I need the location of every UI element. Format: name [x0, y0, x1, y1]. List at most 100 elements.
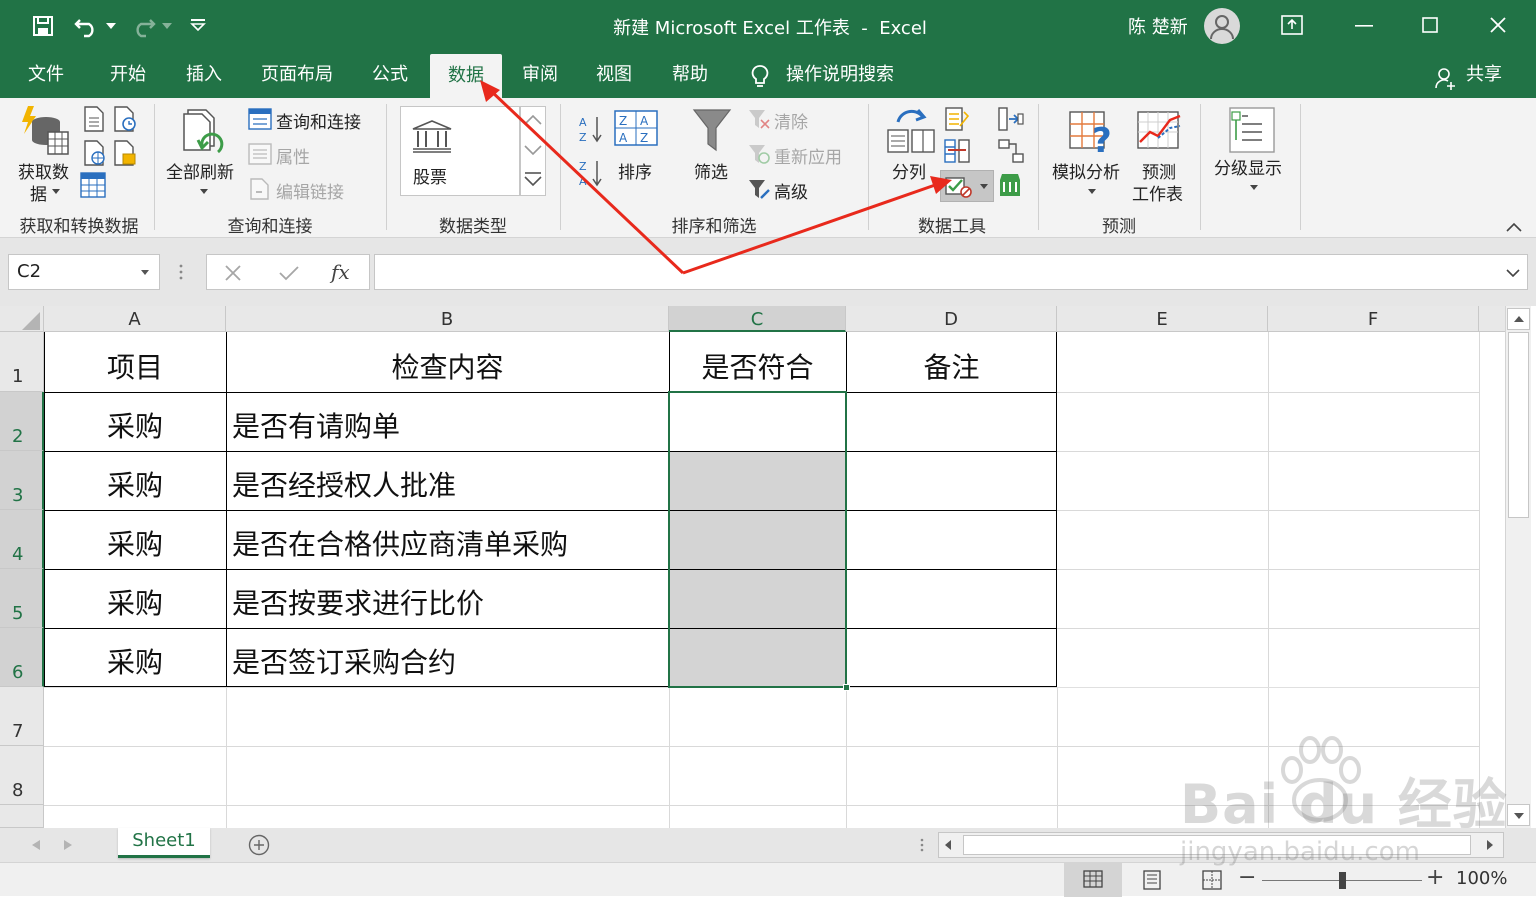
- cell-a6[interactable]: 采购: [44, 641, 226, 681]
- outline-label[interactable]: 分级显示: [1214, 154, 1282, 179]
- expand-formula-bar-icon[interactable]: [1506, 269, 1520, 277]
- outline-icon[interactable]: [1228, 106, 1276, 154]
- column-header-f[interactable]: F: [1268, 306, 1479, 332]
- refresh-all-icon[interactable]: [180, 106, 228, 158]
- data-type-gallery[interactable]: 股票: [400, 106, 520, 196]
- existing-connections-icon[interactable]: [112, 140, 138, 166]
- cell-a1[interactable]: 项目: [44, 346, 226, 386]
- tab-split-handle-icon[interactable]: [920, 838, 924, 852]
- what-if-analysis-icon[interactable]: ?: [1068, 108, 1116, 156]
- cell-b3[interactable]: 是否经授权人批准: [232, 464, 662, 504]
- row-header-4[interactable]: 4: [0, 510, 44, 569]
- get-data-label-2[interactable]: 据: [30, 180, 47, 205]
- filter-icon[interactable]: [692, 108, 732, 154]
- cell-a2[interactable]: 采购: [44, 405, 226, 445]
- page-layout-view-icon[interactable]: [1142, 870, 1162, 890]
- outline-dropdown-icon[interactable]: [1250, 185, 1258, 190]
- relationships-icon[interactable]: [998, 138, 1024, 164]
- sheet-tab-sheet1[interactable]: Sheet1: [118, 828, 210, 858]
- remove-duplicates-icon[interactable]: [944, 138, 970, 164]
- gallery-scroll[interactable]: [520, 106, 546, 196]
- refresh-all-label[interactable]: 全部刷新: [166, 158, 234, 183]
- tab-page-layout[interactable]: 页面布局: [250, 60, 344, 98]
- fill-handle[interactable]: [843, 684, 850, 691]
- sort-az-icon[interactable]: AZ: [578, 114, 604, 144]
- scroll-right-icon[interactable]: [1487, 840, 1493, 850]
- sort-label[interactable]: 排序: [618, 158, 652, 183]
- tell-me-search[interactable]: 操作说明搜索: [786, 60, 906, 98]
- get-data-icon[interactable]: [18, 104, 70, 156]
- gallery-down-icon[interactable]: [524, 145, 542, 155]
- collapse-ribbon-icon[interactable]: [1506, 222, 1522, 232]
- name-box[interactable]: C2: [8, 254, 160, 290]
- text-to-columns-icon[interactable]: [886, 108, 936, 154]
- recent-sources-icon[interactable]: [112, 106, 138, 132]
- vertical-scrollbar[interactable]: [1505, 306, 1531, 828]
- sort-za-icon[interactable]: ZA: [578, 158, 604, 188]
- maximize-icon[interactable]: [1422, 17, 1438, 33]
- page-break-view-icon[interactable]: [1202, 870, 1222, 890]
- row-header-5[interactable]: 5: [0, 569, 44, 628]
- worksheet-grid[interactable]: A B C D E F 1 2 3 4 5 6 7 8 项目 检查内容 是否符合…: [0, 306, 1536, 836]
- next-sheet-icon[interactable]: [64, 840, 72, 850]
- filter-label[interactable]: 筛选: [694, 158, 728, 183]
- select-all-corner[interactable]: [0, 306, 44, 332]
- scroll-down-button[interactable]: [1507, 804, 1530, 826]
- row-header-2[interactable]: 2: [0, 392, 44, 451]
- queries-connections-label[interactable]: 查询和连接: [276, 108, 361, 133]
- cell-b2[interactable]: 是否有请购单: [232, 405, 662, 445]
- from-text-icon[interactable]: [82, 106, 106, 132]
- what-if-analysis-label[interactable]: 模拟分析: [1052, 158, 1120, 183]
- save-icon[interactable]: [32, 15, 54, 37]
- column-header-c[interactable]: C: [669, 306, 846, 332]
- ribbon-display-options-icon[interactable]: [1281, 15, 1303, 35]
- scroll-up-button[interactable]: [1507, 308, 1530, 330]
- zoom-level[interactable]: 100%: [1456, 868, 1507, 889]
- undo-icon[interactable]: [74, 14, 100, 38]
- tab-help[interactable]: 帮助: [658, 60, 722, 98]
- column-header-a[interactable]: A: [44, 306, 226, 332]
- sort-dialog-icon[interactable]: Z AA Z: [614, 110, 658, 146]
- consolidate-icon[interactable]: [998, 106, 1024, 132]
- from-table-icon[interactable]: [80, 172, 106, 198]
- share-button[interactable]: 共享: [1462, 60, 1506, 98]
- row-header-1[interactable]: 1: [0, 332, 44, 392]
- row-header-6[interactable]: 6: [0, 628, 44, 687]
- share-icon[interactable]: [1434, 66, 1458, 90]
- get-data-dropdown-icon[interactable]: [52, 189, 60, 194]
- tab-home[interactable]: 开始: [96, 60, 160, 98]
- tab-formulas[interactable]: 公式: [358, 60, 422, 98]
- data-validation-icon[interactable]: [944, 174, 972, 198]
- cell-c1[interactable]: 是否符合: [669, 346, 846, 386]
- column-header-b[interactable]: B: [226, 306, 669, 332]
- tab-view[interactable]: 视图: [582, 60, 646, 98]
- vertical-scroll-thumb[interactable]: [1508, 332, 1529, 518]
- cell-b6[interactable]: 是否签订采购合约: [232, 641, 662, 681]
- tab-data[interactable]: 数据: [430, 54, 502, 98]
- zoom-in-button[interactable]: +: [1426, 865, 1444, 890]
- queries-connections-icon[interactable]: [248, 108, 272, 130]
- gallery-more-icon[interactable]: [524, 171, 542, 187]
- undo-dropdown-icon[interactable]: [106, 23, 116, 29]
- cancel-icon[interactable]: [225, 265, 241, 281]
- scroll-left-icon[interactable]: [945, 840, 951, 850]
- advanced-filter-icon[interactable]: [748, 178, 770, 200]
- row-header-7[interactable]: 7: [0, 687, 44, 746]
- row-header-8[interactable]: 8: [0, 746, 44, 805]
- from-web-icon[interactable]: [82, 140, 108, 166]
- column-header-d[interactable]: D: [846, 306, 1057, 332]
- normal-view-button[interactable]: [1064, 863, 1122, 897]
- what-if-dropdown-icon[interactable]: [1088, 189, 1096, 194]
- more-options-icon[interactable]: [178, 264, 184, 280]
- cell-a5[interactable]: 采购: [44, 582, 226, 622]
- insert-function-button[interactable]: fx: [331, 260, 350, 284]
- column-header-e[interactable]: E: [1057, 306, 1268, 332]
- tab-file[interactable]: 文件: [14, 60, 78, 98]
- forecast-sheet-label-2[interactable]: 工作表: [1132, 180, 1183, 205]
- advanced-filter-label[interactable]: 高级: [774, 178, 808, 203]
- add-sheet-icon[interactable]: [248, 834, 270, 856]
- tab-insert[interactable]: 插入: [172, 60, 236, 98]
- gallery-up-icon[interactable]: [524, 115, 542, 125]
- cell-b5[interactable]: 是否按要求进行比价: [232, 582, 662, 622]
- zoom-slider-thumb[interactable]: [1339, 872, 1346, 889]
